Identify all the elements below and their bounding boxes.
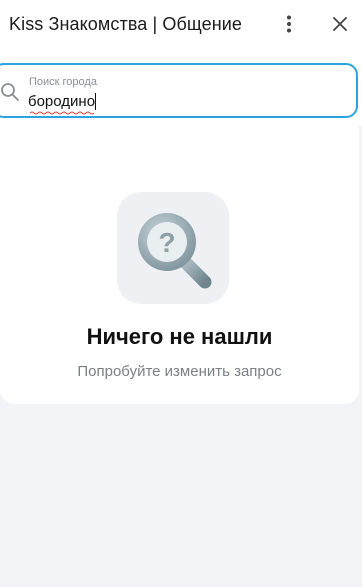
results-card: ? Ничего не нашли Попробуйте изменить за… [0,126,359,404]
close-button[interactable] [328,12,352,36]
empty-state-subtitle: Попробуйте изменить запрос [77,363,282,380]
more-options-button[interactable] [278,12,300,36]
search-icon [1,83,19,101]
search-label: Поиск города [29,76,97,88]
close-icon [333,17,347,31]
magnifier-question-icon: ? [117,192,229,304]
search-input[interactable] [28,90,328,112]
text-caret [95,93,96,110]
more-vertical-icon [287,15,291,33]
city-search-field[interactable]: Поиск города [0,63,358,118]
search-section: Поиск города [0,48,362,126]
spellcheck-underline [30,111,94,115]
window-header: Kiss Знакомства | Общение [0,0,362,48]
empty-state-title: Ничего не нашли [86,324,273,349]
window-title: Kiss Знакомства | Общение [9,14,243,34]
svg-text:?: ? [158,227,175,258]
